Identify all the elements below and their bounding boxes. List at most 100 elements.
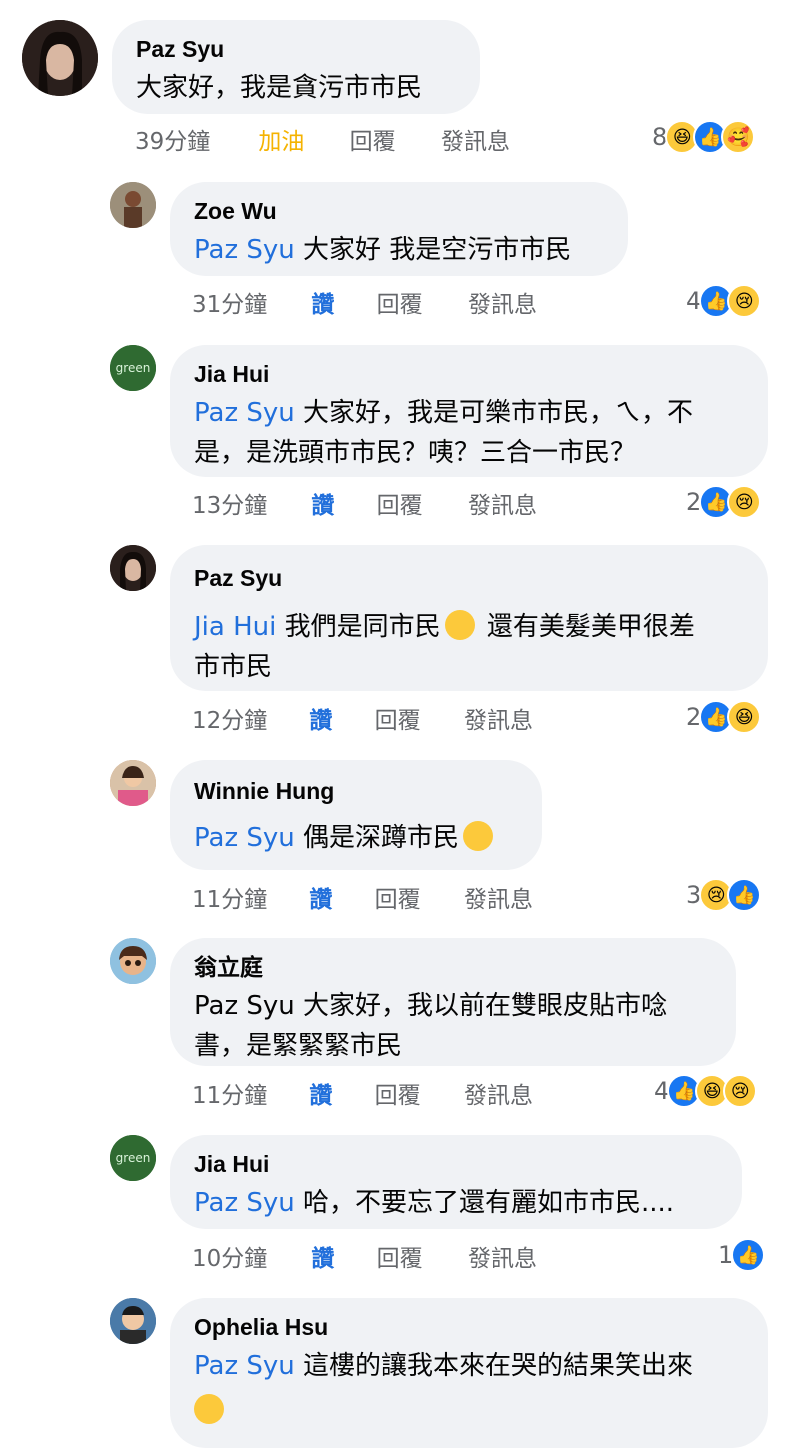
comment-text: 大家好，我是貪污市市民: [136, 73, 423, 103]
like-button[interactable]: 讚: [311, 1239, 369, 1273]
reaction-summary[interactable]: 2 👍 😆: [686, 700, 762, 734]
comment-text: Paz Syu 哈，不要忘了還有麗如市市民....: [194, 1183, 716, 1223]
reaction-summary[interactable]: 1 👍: [718, 1238, 766, 1272]
avatar-paz-syu[interactable]: [110, 545, 156, 591]
comment-body-cont: 還有美髮美甲很差: [486, 612, 695, 642]
comment-body-line2: 市市民: [194, 652, 273, 682]
sad-icon: 😢: [723, 1074, 758, 1108]
comment-body: Paz Syu 大家好，我以前在雙眼皮貼市唸: [194, 991, 667, 1021]
timestamp[interactable]: 10分鐘: [192, 1239, 304, 1273]
comment-meta: 11分鐘 讚 回覆 發訊息: [192, 1076, 533, 1110]
avatar-ophelia-hsu[interactable]: [110, 1298, 156, 1344]
comment-meta: 12分鐘 讚 回覆 發訊息: [192, 701, 533, 735]
like-button[interactable]: 讚: [309, 1076, 367, 1110]
mention-link[interactable]: Paz Syu: [194, 1351, 295, 1381]
comment-bubble: Paz Syu Jia Hui 我們是同市民 還有美髮美甲很差市市民: [170, 545, 768, 691]
comment-text: Paz Syu 偶是深蹲市民: [194, 818, 516, 858]
message-button[interactable]: 發訊息: [468, 285, 537, 319]
laughing-emoji-icon: [194, 1394, 224, 1424]
message-button[interactable]: 發訊息: [441, 122, 510, 156]
avatar-paz-syu[interactable]: [22, 20, 98, 96]
comment-body: 大家好，我是可樂市市民，ㄟ，不: [303, 398, 694, 428]
sad-icon: 😢: [727, 284, 762, 318]
comment-body: 我們是同市民: [284, 612, 441, 642]
comment-author[interactable]: Zoe Wu: [194, 196, 602, 226]
comment-body: 偶是深蹲市民: [303, 823, 460, 853]
comment-text: Jia Hui 我們是同市民 還有美髮美甲很差市市民: [194, 607, 742, 687]
comment-body: 這樓的讓我本來在哭的結果笑出來: [303, 1351, 694, 1381]
comment-body-line2: 書，是緊緊緊市民: [194, 1031, 403, 1061]
timestamp[interactable]: 12分鐘: [192, 701, 302, 735]
message-button[interactable]: 發訊息: [464, 701, 533, 735]
haha-icon: 😆: [727, 700, 762, 734]
mention-link[interactable]: Paz Syu: [194, 398, 295, 428]
comment-meta: 13分鐘 讚 回覆 發訊息: [192, 486, 537, 520]
like-icon: 👍: [727, 878, 762, 912]
comment-author[interactable]: Ophelia Hsu: [194, 1312, 742, 1342]
comment-bubble: Ophelia Hsu Paz Syu 這樓的讓我本來在哭的結果笑出來: [170, 1298, 768, 1448]
reply-button[interactable]: 回覆: [377, 486, 461, 520]
reaction-summary[interactable]: 3 😢 👍: [686, 878, 762, 912]
sad-icon: 😢: [727, 485, 762, 519]
comment-author[interactable]: Jia Hui: [194, 359, 742, 389]
reaction-summary[interactable]: 8 😆 👍 🥰: [652, 120, 756, 154]
cheer-button[interactable]: 加油: [258, 122, 342, 156]
comment-bubble: 翁立庭 Paz Syu 大家好，我以前在雙眼皮貼市唸 書，是緊緊緊市民: [170, 938, 736, 1066]
reply-button[interactable]: 回覆: [377, 1239, 461, 1273]
avatar-weng-liting[interactable]: [110, 938, 156, 984]
reply-button[interactable]: 回覆: [375, 701, 457, 735]
svg-text:green: green: [116, 1151, 151, 1165]
like-button[interactable]: 讚: [309, 880, 367, 914]
comment-meta: 10分鐘 讚 回覆 發訊息: [192, 1239, 537, 1273]
reaction-summary[interactable]: 2 👍 😢: [686, 485, 762, 519]
comment-bubble: Jia Hui Paz Syu 大家好，我是可樂市市民，ㄟ，不 是，是洗頭市市民？…: [170, 345, 768, 477]
comment-text: Paz Syu 大家好，我以前在雙眼皮貼市唸 書，是緊緊緊市民: [194, 986, 710, 1066]
timestamp[interactable]: 31分鐘: [192, 285, 304, 319]
comment-meta: 31分鐘 讚 回覆 發訊息: [192, 285, 537, 319]
message-button[interactable]: 發訊息: [468, 1239, 537, 1273]
mention-link[interactable]: Paz Syu: [194, 823, 295, 853]
svg-text:green: green: [116, 361, 151, 375]
comment-bubble: Winnie Hung Paz Syu 偶是深蹲市民: [170, 760, 542, 870]
like-button[interactable]: 讚: [311, 285, 369, 319]
comment-author[interactable]: Paz Syu: [136, 34, 454, 64]
comment-body: 哈，不要忘了還有麗如市市民....: [303, 1188, 675, 1218]
reply-button[interactable]: 回覆: [350, 122, 434, 156]
reply-button[interactable]: 回覆: [375, 880, 457, 914]
reaction-summary[interactable]: 4 👍 😢: [686, 284, 762, 318]
comment-meta: 39分鐘 加油 回覆 發訊息: [135, 122, 510, 156]
comment-author[interactable]: Paz Syu: [194, 563, 742, 593]
comment-body: 大家好 我是空污市市民: [303, 235, 572, 265]
comment-bubble: Jia Hui Paz Syu 哈，不要忘了還有麗如市市民....: [170, 1135, 742, 1229]
reply-button[interactable]: 回覆: [377, 285, 461, 319]
message-button[interactable]: 發訊息: [464, 880, 533, 914]
mention-link[interactable]: Paz Syu: [194, 1188, 295, 1218]
timestamp[interactable]: 11分鐘: [192, 1076, 302, 1110]
avatar-jia-hui[interactable]: green: [110, 345, 156, 391]
reaction-summary[interactable]: 4 👍 😆 😢: [654, 1074, 758, 1108]
like-button[interactable]: 讚: [309, 701, 367, 735]
avatar-jia-hui[interactable]: green: [110, 1135, 156, 1181]
message-button[interactable]: 發訊息: [468, 486, 537, 520]
avatar-zoe-wu[interactable]: [110, 182, 156, 228]
comment-meta: 11分鐘 讚 回覆 發訊息: [192, 880, 533, 914]
comment-author[interactable]: 翁立庭: [194, 952, 710, 982]
timestamp[interactable]: 13分鐘: [192, 486, 304, 520]
comment-bubble: Zoe Wu Paz Syu 大家好 我是空污市市民: [170, 182, 628, 276]
care-icon: 🥰: [721, 120, 756, 154]
rofl-emoji-icon: [444, 610, 475, 640]
mention-link[interactable]: Paz Syu: [194, 235, 295, 265]
message-button[interactable]: 發訊息: [464, 1076, 533, 1110]
reply-button[interactable]: 回覆: [375, 1076, 457, 1110]
crying-emoji-icon: [463, 821, 494, 851]
comment-author[interactable]: Jia Hui: [194, 1149, 716, 1179]
comment-text: Paz Syu 大家好 我是空污市市民: [194, 230, 602, 270]
timestamp[interactable]: 11分鐘: [192, 880, 302, 914]
avatar-winnie-hung[interactable]: [110, 760, 156, 806]
timestamp[interactable]: 39分鐘: [135, 122, 251, 156]
comment-text: Paz Syu 大家好，我是可樂市市民，ㄟ，不 是，是洗頭市市民？咦？三合一市民？: [194, 393, 742, 473]
comment-bubble: Paz Syu 大家好，我是貪污市市民: [112, 20, 480, 114]
mention-link[interactable]: Jia Hui: [194, 612, 276, 642]
comment-author[interactable]: Winnie Hung: [194, 776, 516, 806]
like-button[interactable]: 讚: [311, 486, 369, 520]
